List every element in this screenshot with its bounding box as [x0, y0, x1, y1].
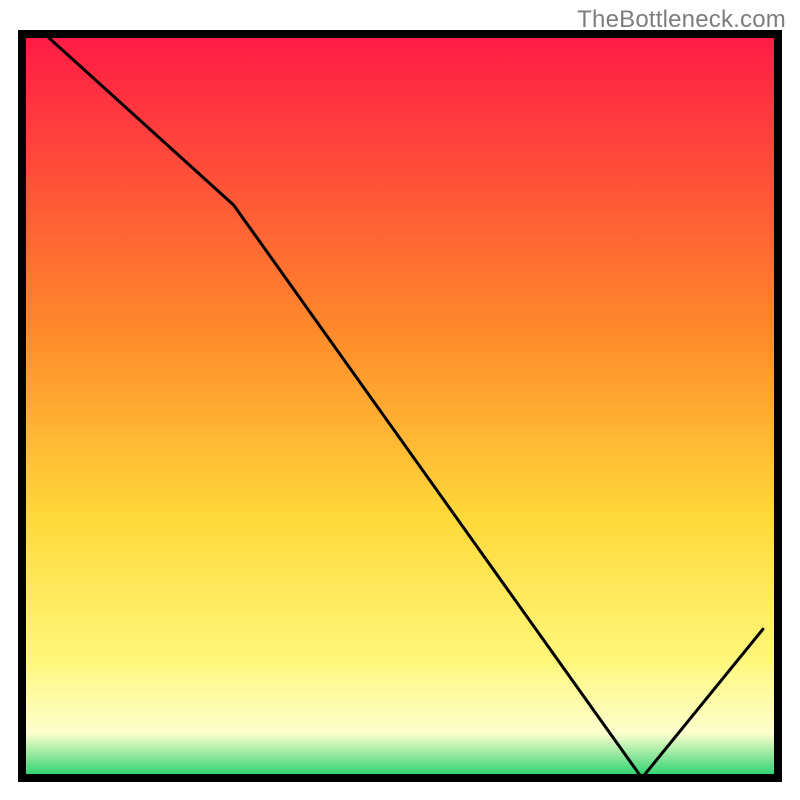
chart-container: TheBottleneck.com: [0, 0, 800, 800]
chart-svg: [0, 0, 800, 800]
chart-background: [22, 34, 778, 778]
watermark-text: TheBottleneck.com: [577, 6, 786, 34]
